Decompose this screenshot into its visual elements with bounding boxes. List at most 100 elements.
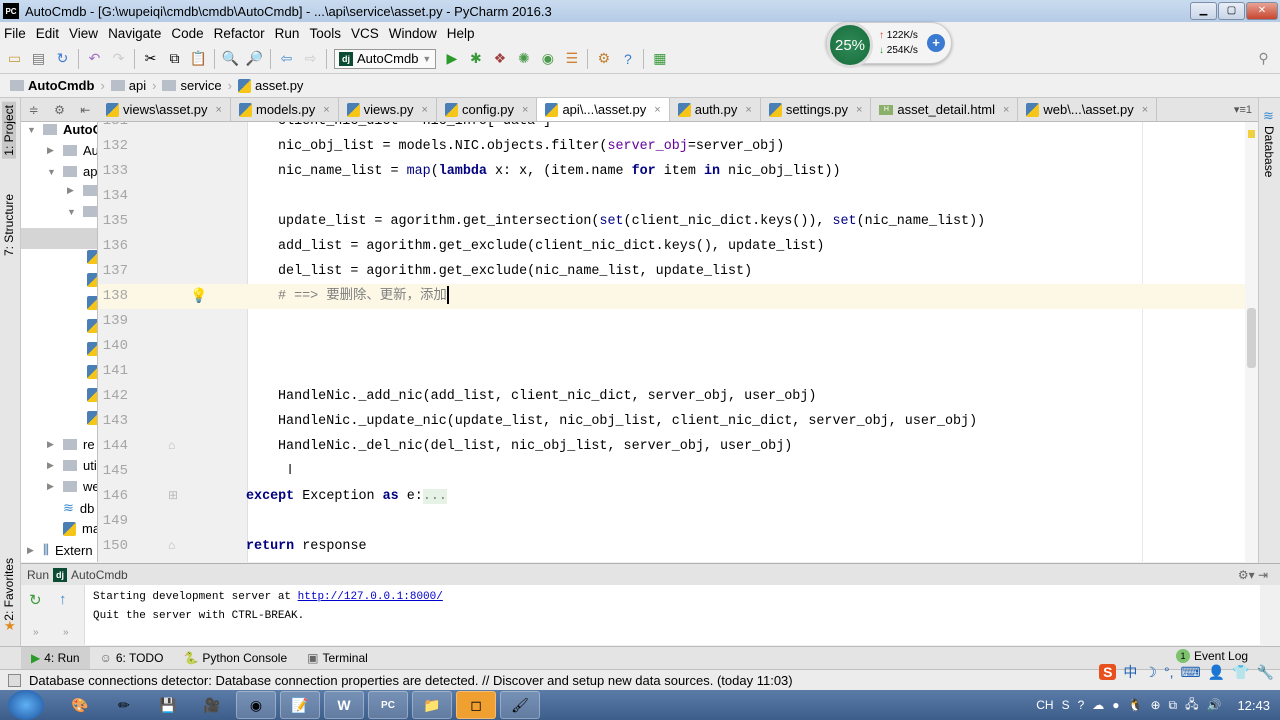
accelerate-plus-icon[interactable]: + xyxy=(927,34,945,52)
open-folder-icon[interactable]: ▭ xyxy=(6,50,23,67)
forward-icon[interactable]: ⇨ xyxy=(302,50,319,67)
expanded-arrow-icon[interactable]: ▼ xyxy=(67,207,77,217)
project-tree-item[interactable]: ▶ Au xyxy=(47,143,97,158)
run-console[interactable]: ↻ ↑ » » Starting development server at h… xyxy=(21,585,1260,645)
code-line[interactable]: 134 xyxy=(98,184,1248,209)
security-tray-icon[interactable]: ⊕ xyxy=(1150,698,1160,712)
scroll-up-icon[interactable]: ↑ xyxy=(59,591,67,608)
replace-icon[interactable]: 🔎 xyxy=(246,50,263,67)
menu-vcs[interactable]: VCS xyxy=(351,26,379,41)
code-line[interactable]: 136 add_list = agorithm.get_exclude(clien… xyxy=(98,234,1248,259)
run-config-dropdown[interactable]: dj AutoCmdb ▼ xyxy=(334,48,437,69)
editor-tab[interactable]: models.py × xyxy=(231,98,339,121)
ime-language[interactable]: 中 xyxy=(1123,662,1137,682)
collapsed-arrow-icon[interactable]: ▶ xyxy=(47,439,57,450)
menu-help[interactable]: Help xyxy=(447,26,475,41)
collapsed-arrow-icon[interactable]: ▶ xyxy=(27,545,37,556)
editor-tab[interactable]: config.py × xyxy=(437,98,538,121)
project-tree-item[interactable]: ▶ xyxy=(67,185,97,196)
hide-icon[interactable]: ⇤ xyxy=(80,103,90,117)
explorer-taskbar-icon[interactable]: 📁 xyxy=(412,691,452,719)
code-line[interactable]: 137 del_list = agorithm.get_exclude(nic_n… xyxy=(98,259,1248,284)
fold-marker-icon[interactable]: ⊞ xyxy=(168,488,178,502)
minimize-button[interactable]: ▁ xyxy=(1190,2,1217,20)
close-tab-icon[interactable]: × xyxy=(323,104,329,116)
code-line[interactable]: 150 return response xyxy=(98,534,1248,559)
warning-marker[interactable] xyxy=(1248,130,1255,138)
tasks-icon[interactable]: ☰ xyxy=(563,50,580,67)
network-tray-icon[interactable]: ☁ xyxy=(1092,698,1104,712)
close-tab-icon[interactable]: × xyxy=(216,104,222,116)
breadcrumb-item[interactable]: api xyxy=(110,78,146,93)
fold-marker-icon[interactable]: ⌂ xyxy=(168,538,175,552)
editor-tab[interactable]: web\...\asset.py × xyxy=(1018,98,1158,121)
punctuation-icon[interactable]: °, xyxy=(1164,664,1174,680)
tool-tab-run[interactable]: ▶ 4: Run xyxy=(21,646,90,670)
code-editor[interactable]: 131 client_nic_dict = nic_info['data'] 132… xyxy=(98,122,1258,562)
save-taskbar-icon[interactable]: 💾 xyxy=(148,691,188,719)
lightbulb-icon[interactable]: 💡 xyxy=(190,287,207,304)
moon-icon[interactable]: ☽ xyxy=(1144,664,1157,681)
debug-icon[interactable]: ✱ xyxy=(467,50,484,67)
settings-icon[interactable]: ⚙ xyxy=(595,50,612,67)
qq-tray-icon[interactable]: 🐧 xyxy=(1128,698,1143,712)
editor-tab[interactable]: api\...\asset.py × xyxy=(537,98,670,121)
scrollbar-thumb[interactable] xyxy=(1247,308,1256,368)
close-tab-icon[interactable]: × xyxy=(745,104,751,116)
project-tree-item[interactable]: ▼ xyxy=(67,206,97,217)
project-tree-item[interactable]: ma xyxy=(47,521,97,536)
chrome-taskbar-icon[interactable]: ◉ xyxy=(236,691,276,719)
maximize-button[interactable]: ▢ xyxy=(1218,2,1245,20)
tool-windows-icon[interactable] xyxy=(8,673,21,687)
project-tree-item[interactable]: ▶ uti xyxy=(47,458,97,473)
concurrency-icon[interactable]: ◉ xyxy=(539,50,556,67)
start-button[interactable] xyxy=(8,690,44,720)
favorites-tool-tab[interactable]: 2: Favorites xyxy=(2,558,16,621)
editor-scrollbar[interactable] xyxy=(1245,122,1258,562)
menu-edit[interactable]: Edit xyxy=(36,26,59,41)
paste-icon[interactable]: 📋 xyxy=(190,50,207,67)
tab-overflow-button[interactable]: ▾≡ 1 xyxy=(1234,98,1258,121)
copy-icon[interactable]: ⧉ xyxy=(166,50,183,67)
structure-tool-tab[interactable]: 7: Structure xyxy=(2,194,16,256)
input-language[interactable]: CH xyxy=(1036,698,1053,712)
app-taskbar-icon[interactable]: ◻ xyxy=(456,691,496,719)
paint-brush-taskbar-icon[interactable]: 🖌 xyxy=(500,691,540,719)
collapsed-arrow-icon[interactable]: ▶ xyxy=(67,185,77,196)
project-tool-tab[interactable]: 1: Project xyxy=(2,102,16,159)
more-icon[interactable]: » xyxy=(33,627,39,638)
collapsed-arrow-icon[interactable]: ▶ xyxy=(47,481,57,492)
code-line[interactable]: 135 update_list = agorithm.get_intersecti… xyxy=(98,209,1248,234)
close-tab-icon[interactable]: × xyxy=(856,104,862,116)
help-icon[interactable]: ? xyxy=(619,50,636,67)
record-tray-icon[interactable]: ● xyxy=(1112,698,1119,712)
breadcrumb-item[interactable]: service xyxy=(162,78,222,93)
menu-tools[interactable]: Tools xyxy=(309,26,341,41)
cut-icon[interactable]: ✂ xyxy=(142,50,159,67)
menu-file[interactable]: File xyxy=(4,26,26,41)
collapsed-arrow-icon[interactable]: ▶ xyxy=(47,460,57,471)
fold-marker-icon[interactable]: ⌂ xyxy=(168,438,175,452)
paint-taskbar-icon[interactable]: 🎨 xyxy=(60,691,100,719)
project-tree-item[interactable]: ▶ ⫼ Extern xyxy=(27,542,93,558)
code-line[interactable]: 138 # ==> 要删除、更新，添加 xyxy=(98,284,1248,309)
tool-tab-pythonconsole[interactable]: 🐍 Python Console xyxy=(173,647,297,670)
network-status-icon[interactable]: 🖧 xyxy=(1185,695,1198,716)
breadcrumb-item[interactable]: asset.py xyxy=(238,78,303,93)
undo-icon[interactable]: ↶ xyxy=(86,50,103,67)
code-line[interactable]: 143 HandleNic._update_nic(update_list, ni… xyxy=(98,409,1248,434)
project-tree-item[interactable]: ▼ AutoC xyxy=(27,122,97,137)
run-icon[interactable]: ▶ xyxy=(443,50,460,67)
redo-icon[interactable]: ↷ xyxy=(110,50,127,67)
rerun-icon[interactable]: ↻ xyxy=(29,591,42,609)
help-tray-icon[interactable]: ? xyxy=(1078,698,1085,712)
collapsed-arrow-icon[interactable]: ▶ xyxy=(47,145,57,156)
close-button[interactable]: ✕ xyxy=(1246,2,1278,20)
menu-window[interactable]: Window xyxy=(389,26,437,41)
run-panel-settings-icon[interactable]: ⚙▾ ⇥ xyxy=(1238,568,1268,582)
expanded-arrow-icon[interactable]: ▼ xyxy=(27,125,37,135)
pycharm-taskbar-icon[interactable]: PC xyxy=(368,691,408,719)
editor-tab[interactable]: settings.py × xyxy=(761,98,872,121)
breadcrumb-item[interactable]: AutoCmdb xyxy=(10,78,94,93)
menu-view[interactable]: View xyxy=(69,26,98,41)
